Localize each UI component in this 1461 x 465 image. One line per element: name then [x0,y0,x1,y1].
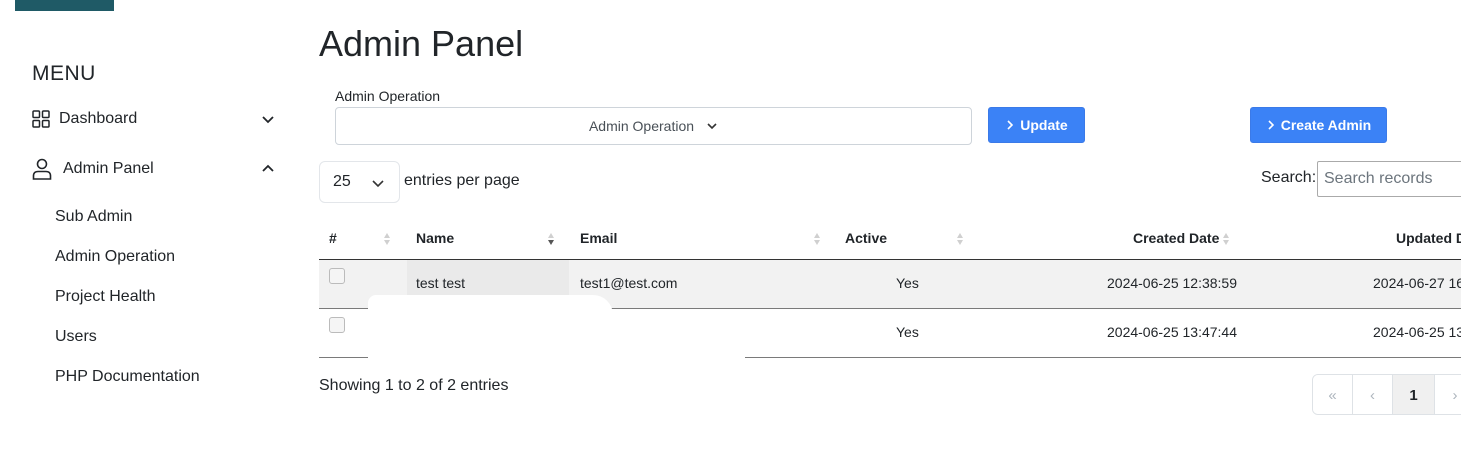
sidebar-subitem-php-documentation[interactable]: PHP Documentation [55,368,200,386]
sidebar-item-label: Dashboard [59,110,138,127]
sort-icon[interactable] [813,230,821,248]
row-updated-date: 2024-06-27 16 [1373,275,1461,291]
table-header: # Name Email Active Created Date Updated… [319,216,1461,260]
page-title: Admin Panel [319,23,524,64]
sidebar-item-admin-panel[interactable]: Admin Panel [30,154,276,184]
operation-select-value: Admin Operation [588,118,695,134]
row-active: Yes [896,324,919,340]
chevron-right-icon [1005,120,1015,130]
sort-desc-icon[interactable] [547,230,555,248]
column-header-name[interactable]: Name [416,230,454,246]
row-created-date: 2024-06-25 12:38:59 [1107,275,1237,291]
update-button-label: Update [1020,117,1068,133]
search-input[interactable] [1317,161,1461,197]
column-header-updated-date[interactable]: Updated D [1396,230,1461,246]
menu-title: MENU [32,62,96,85]
sidebar-subitem-project-health[interactable]: Project Health [55,288,156,306]
entries-per-page-value: 25 [333,173,351,190]
row-name: test test [416,275,466,291]
column-header-number[interactable]: # [329,230,337,246]
chevron-down-icon [706,120,718,132]
column-header-active[interactable]: Active [845,230,887,246]
row-checkbox[interactable] [329,317,345,333]
pagination-next[interactable]: › [1435,375,1461,414]
operation-label: Admin Operation [335,88,441,104]
sort-icon[interactable] [383,230,391,248]
pagination: « ‹ 1 › [1312,374,1461,415]
entries-per-page-select[interactable]: 25 [319,161,400,203]
column-header-created-date[interactable]: Created Date [1133,230,1219,246]
row-email: test1@test.com [580,275,678,291]
chevron-right-icon [1266,120,1276,130]
operation-select[interactable]: Admin Operation [335,107,972,145]
sidebar-subitem-users[interactable]: Users [55,328,97,346]
chevron-down-icon [260,111,276,127]
pagination-previous[interactable]: ‹ [1353,375,1393,414]
search-label: Search: [1261,169,1317,186]
row-updated-date: 2024-06-25 13 [1373,324,1461,340]
row-checkbox[interactable] [329,268,345,284]
table-info: Showing 1 to 2 of 2 entries [319,377,509,394]
redaction-overlay [413,320,745,362]
create-admin-button[interactable]: Create Admin [1250,107,1387,143]
pagination-page-1[interactable]: 1 [1393,375,1435,414]
grid-icon [30,108,52,130]
sidebar-subitem-admin-operation[interactable]: Admin Operation [55,248,175,266]
chevron-down-icon [371,176,385,190]
update-button[interactable]: Update [988,107,1085,143]
entries-per-page-label: entries per page [404,172,520,189]
sort-icon[interactable] [956,230,964,248]
chevron-up-icon [260,161,276,177]
pagination-first[interactable]: « [1313,375,1353,414]
column-header-email[interactable]: Email [580,230,617,246]
sort-icon[interactable] [1222,230,1230,248]
create-admin-button-label: Create Admin [1280,117,1372,133]
sidebar-item-dashboard[interactable]: Dashboard [30,104,276,134]
sidebar-item-label: Admin Panel [63,160,154,177]
user-icon [31,158,53,180]
sidebar-subitem-sub-admin[interactable]: Sub Admin [55,208,132,226]
row-created-date: 2024-06-25 13:47:44 [1107,324,1237,340]
row-active: Yes [896,275,919,291]
logo [15,0,114,11]
